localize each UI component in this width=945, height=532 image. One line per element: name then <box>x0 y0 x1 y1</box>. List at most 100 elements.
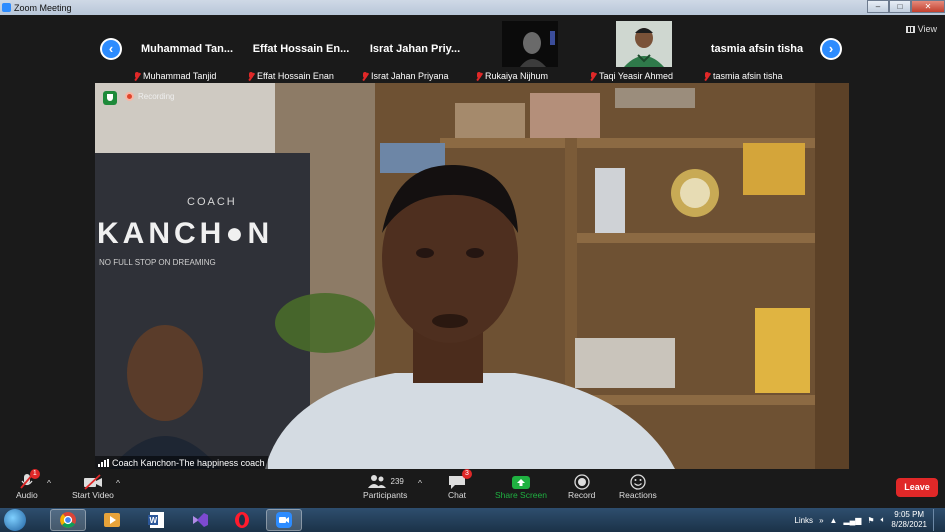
recording-indicator[interactable]: Recording <box>125 92 174 101</box>
participant-name: Israt Jahan Priyana <box>371 71 449 81</box>
muted-mic-icon <box>590 71 596 81</box>
muted-mic-icon <box>476 71 482 81</box>
participant-tile[interactable]: Rukaiya Nijhum <box>474 17 584 83</box>
active-speaker-video: COACH KANCH●N NO FULL STOP ON DREAMING R… <box>95 83 849 469</box>
windows-taskbar: W Links » ▲ ▂▄▆ ⚑ 🔈︎ 9:05 PM 8/28/2021 <box>0 508 945 532</box>
taskbar-opera[interactable] <box>224 509 260 531</box>
word-icon: W <box>148 512 164 528</box>
active-speaker-label: Coach Kanchon-The happiness coach <box>95 456 268 469</box>
view-button[interactable]: View <box>905 24 937 34</box>
muted-mic-icon <box>704 71 710 81</box>
participant-name-large: Effat Hossain En... <box>252 43 350 55</box>
video-off-icon <box>83 474 102 490</box>
view-label: View <box>917 24 937 34</box>
muted-mic-icon <box>134 71 140 81</box>
audio-badge: 1 <box>29 469 40 479</box>
participants-count: 239 <box>390 476 404 486</box>
participant-name-large: tasmia afsin tisha <box>710 43 804 55</box>
participant-tile[interactable]: Israt Jahan Priy... Israt Jahan Priyana <box>360 17 470 83</box>
muted-mic-icon <box>248 71 254 81</box>
participant-tile[interactable]: Effat Hossain En... Effat Hossain Enan <box>246 17 356 83</box>
next-page-button[interactable]: › <box>820 38 842 60</box>
chat-button[interactable]: 3 Chat <box>448 469 472 500</box>
show-hidden-icons-icon[interactable]: ▲ <box>830 516 838 525</box>
participant-name: Rukaiya Nijhum <box>485 71 549 81</box>
chevron-left-icon: ‹ <box>102 40 120 58</box>
window-controls: – □ ✕ <box>867 0 945 13</box>
meeting-toolbar: 1 Audio ^ Start Video ^ 239 Participants… <box>0 469 945 508</box>
participant-name: Muhammad Tanjid <box>143 71 217 81</box>
participant-label: tasmia afsin tisha <box>704 69 783 83</box>
recording-label: Recording <box>138 92 175 101</box>
chat-badge: 3 <box>462 469 472 479</box>
audio-options-caret[interactable]: ^ <box>47 478 51 488</box>
media-player-icon <box>104 513 120 527</box>
maximize-button[interactable]: □ <box>889 0 911 13</box>
taskbar-visual-studio[interactable] <box>182 509 218 531</box>
banner-line-3: NO FULL STOP ON DREAMING <box>99 258 216 267</box>
participants-options-caret[interactable]: ^ <box>418 478 422 488</box>
taskbar-chrome[interactable] <box>50 509 86 531</box>
show-desktop-button[interactable] <box>933 509 941 531</box>
participant-tile[interactable]: Muhammad Tan... Muhammad Tanjid <box>132 17 242 83</box>
clock[interactable]: 9:05 PM 8/28/2021 <box>891 510 927 530</box>
share-screen-button[interactable]: Share Screen <box>495 472 547 500</box>
chat-label: Chat <box>448 490 466 500</box>
participant-label: Taqi Yeasir Ahmed <box>590 69 673 83</box>
participant-video-thumbnail <box>502 21 558 67</box>
participants-button[interactable]: 239 Participants <box>363 472 407 500</box>
share-screen-label: Share Screen <box>495 490 547 500</box>
participant-label: Muhammad Tanjid <box>134 69 216 83</box>
network-icon[interactable]: ▂▄▆ <box>843 516 861 525</box>
participant-label: Effat Hossain Enan <box>248 69 334 83</box>
record-button[interactable]: Record <box>568 472 595 500</box>
zoom-meeting-area: View ‹ Muhammad Tan... Muhammad Tanjid E… <box>0 15 945 508</box>
taskbar-word[interactable]: W <box>138 509 174 531</box>
expand-links-icon[interactable]: » <box>819 516 823 525</box>
minimize-button[interactable]: – <box>867 0 889 13</box>
security-shield-icon[interactable] <box>103 91 117 105</box>
audio-label: Audio <box>16 490 38 500</box>
participant-label: Israt Jahan Priyana <box>362 69 449 83</box>
system-tray: Links » ▲ ▂▄▆ ⚑ 🔈︎ 9:05 PM 8/28/2021 <box>794 508 941 532</box>
share-screen-icon <box>511 476 530 489</box>
participant-name: Taqi Yeasir Ahmed <box>599 71 674 81</box>
banner-line-2: KANCH●N <box>97 217 273 250</box>
participants-label: Participants <box>363 490 408 500</box>
taskbar-media-player[interactable] <box>94 509 130 531</box>
leave-button[interactable]: Leave <box>896 478 938 497</box>
svg-text:W: W <box>150 516 158 525</box>
active-speaker-name: Coach Kanchon-The happiness coach <box>112 457 265 468</box>
previous-page-button[interactable]: ‹ <box>100 38 122 60</box>
recording-dot-icon <box>125 92 134 101</box>
signal-strength-icon <box>98 458 109 467</box>
window-title: Zoom Meeting <box>14 2 72 13</box>
volume-icon[interactable]: 🔈︎ <box>881 515 886 525</box>
reactions-button[interactable]: Reactions <box>619 472 657 500</box>
participant-strip: ‹ Muhammad Tan... Muhammad Tanjid Effat … <box>96 17 856 83</box>
participant-label: Rukaiya Nijhum <box>476 69 548 83</box>
clock-date: 8/28/2021 <box>891 520 927 529</box>
participant-name-large: Israt Jahan Priy... <box>369 43 461 55</box>
grid-icon <box>905 25 915 33</box>
participant-tile[interactable]: tasmia afsin tisha tasmia afsin tisha <box>702 17 812 83</box>
video-options-caret[interactable]: ^ <box>116 478 120 488</box>
participants-icon <box>367 475 386 488</box>
participant-name: tasmia afsin tisha <box>713 71 783 81</box>
start-button[interactable] <box>4 509 26 531</box>
record-icon <box>574 474 590 490</box>
links-toolbar[interactable]: Links <box>794 516 813 525</box>
audio-button[interactable]: 1 Audio <box>16 469 40 500</box>
taskbar-zoom[interactable] <box>266 509 302 531</box>
start-video-button[interactable]: Start Video <box>72 472 114 500</box>
chrome-icon <box>60 512 76 528</box>
banner-line-1: COACH <box>187 196 237 208</box>
start-video-label: Start Video <box>72 490 114 500</box>
opera-icon <box>235 512 249 528</box>
muted-mic-icon <box>362 71 368 81</box>
zoom-app-icon <box>2 3 11 12</box>
chevron-right-icon: › <box>822 40 840 58</box>
flag-icon[interactable]: ⚑ <box>867 516 874 525</box>
participant-tile[interactable]: Taqi Yeasir Ahmed <box>588 17 698 83</box>
close-window-button[interactable]: ✕ <box>911 0 945 13</box>
